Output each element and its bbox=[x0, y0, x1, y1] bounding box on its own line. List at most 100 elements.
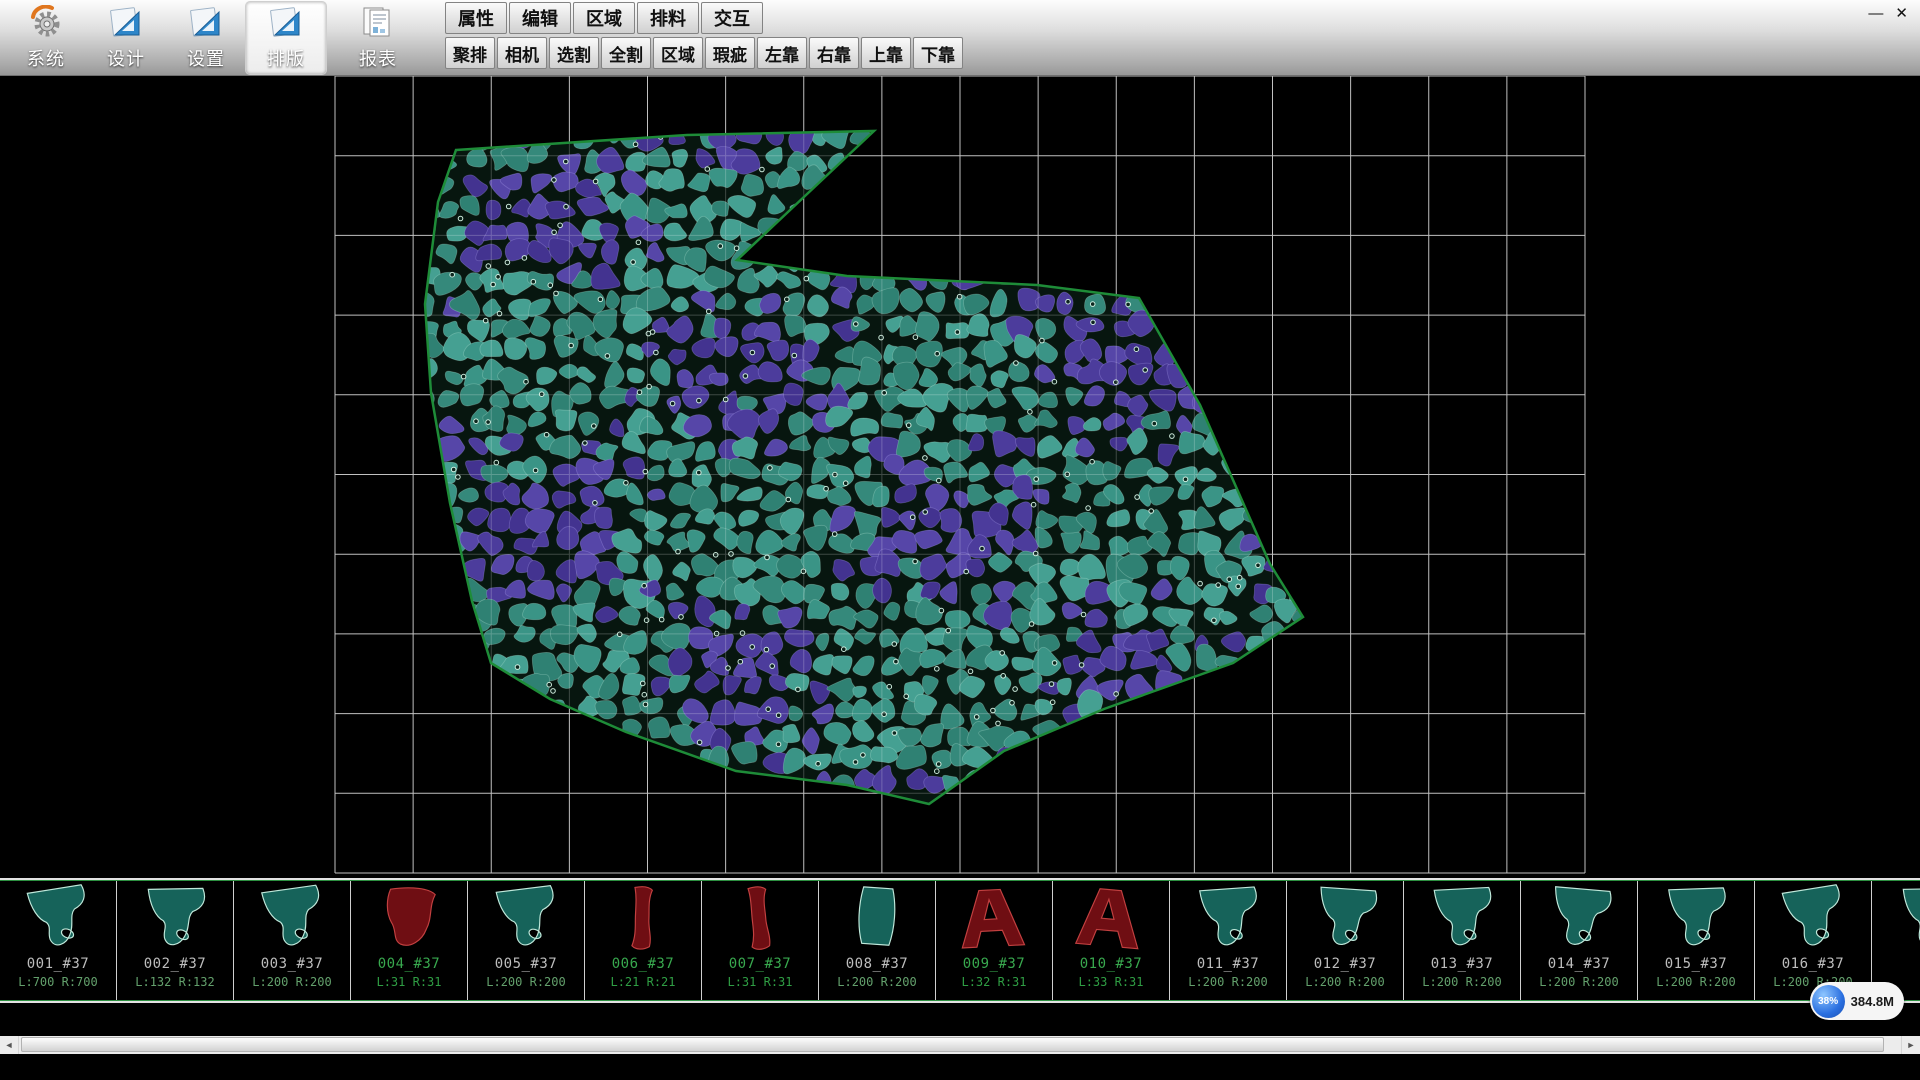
piece-thumbnail-7[interactable]: 007_#37 L:31 R:31 bbox=[702, 880, 819, 1001]
memory-status: 38% 384.8M bbox=[1810, 982, 1904, 1020]
piece-lr-label: L:700 R:700 bbox=[18, 975, 97, 989]
toolbar-mode-button-1[interactable]: 系统 bbox=[6, 2, 86, 74]
piece-shape bbox=[1178, 884, 1278, 956]
piece-id-label: 012_#37 bbox=[1314, 956, 1377, 972]
piece-shape bbox=[8, 884, 108, 956]
toolbar-mode-label: 报表 bbox=[359, 45, 397, 71]
piece-id-label: 013_#37 bbox=[1431, 956, 1494, 972]
menu-action-2[interactable]: 相机 bbox=[497, 37, 547, 69]
piece-thumbnail-10[interactable]: 010_#37L:33 R:31 bbox=[1053, 880, 1170, 1001]
menu-action-1[interactable]: 聚排 bbox=[445, 37, 495, 69]
toolbar-mode-label: 系统 bbox=[27, 45, 65, 71]
close-button[interactable]: ✕ bbox=[1895, 6, 1908, 21]
toolbar-mode-button-4[interactable]: 排版 bbox=[246, 2, 326, 74]
piece-lr-label: L:21 R:21 bbox=[610, 975, 675, 989]
menu-action-5[interactable]: 区域 bbox=[653, 37, 703, 69]
piece-id-label: 016_#37 bbox=[1782, 956, 1845, 972]
scroll-left-arrow[interactable]: ◄ bbox=[0, 1036, 18, 1054]
menu-actions-row: 聚排相机选割全割区域瑕疵左靠右靠上靠下靠 bbox=[444, 36, 964, 71]
piece-lr-label: L:132 R:132 bbox=[135, 975, 214, 989]
piece-thumbnail-13[interactable]: 013_#37 L:200 R:200 bbox=[1404, 880, 1521, 1001]
piece-shape bbox=[1529, 884, 1629, 956]
scrollbar-track[interactable] bbox=[18, 1036, 1902, 1054]
piece-id-label: 015_#37 bbox=[1665, 956, 1728, 972]
nesting-canvas[interactable] bbox=[0, 76, 1920, 878]
piece-id-label: 008_#37 bbox=[846, 956, 909, 972]
piece-lr-label: L:200 R:200 bbox=[486, 975, 565, 989]
toolbar-mode-button-3[interactable]: 设置 bbox=[166, 2, 246, 74]
piece-lr-label: L:200 R:200 bbox=[1656, 975, 1735, 989]
piece-lr-label: L:31 R:31 bbox=[727, 975, 792, 989]
horizontal-scrollbar[interactable]: ◄ ► bbox=[0, 1036, 1920, 1054]
setsquare-icon bbox=[108, 5, 144, 44]
menu-action-7[interactable]: 左靠 bbox=[757, 37, 807, 69]
minimize-button[interactable]: — bbox=[1868, 6, 1883, 21]
piece-id-label: 001_#37 bbox=[27, 956, 90, 972]
piece-id-label: 003_#37 bbox=[261, 956, 324, 972]
menu-tab-3[interactable]: 区域 bbox=[573, 2, 635, 34]
piece-thumbnail-4[interactable]: 004_#37 L:31 R:31 bbox=[351, 880, 468, 1001]
piece-id-label: 007_#37 bbox=[729, 956, 792, 972]
piece-thumbnail-3[interactable]: 003_#37 L:200 R:200 bbox=[234, 880, 351, 1001]
piece-lr-label: L:31 R:31 bbox=[376, 975, 441, 989]
piece-id-label: 004_#37 bbox=[378, 956, 441, 972]
piece-lr-label: L:200 R:200 bbox=[1188, 975, 1267, 989]
piece-thumbnail-2[interactable]: 002_#37 L:132 R:132 bbox=[117, 880, 234, 1001]
menu-area: 属性编辑区域排料交互 聚排相机选割全割区域瑕疵左靠右靠上靠下靠 bbox=[444, 0, 964, 71]
piece-thumbnail-1[interactable]: 001_#37 L:700 R:700 bbox=[0, 880, 117, 1001]
piece-shape bbox=[1412, 884, 1512, 956]
menu-action-6[interactable]: 瑕疵 bbox=[705, 37, 755, 69]
menu-tab-5[interactable]: 交互 bbox=[701, 2, 763, 34]
setsquare-icon bbox=[268, 5, 304, 44]
piece-shape bbox=[944, 884, 1044, 956]
piece-thumbnail-5[interactable]: 005_#37 L:200 R:200 bbox=[468, 880, 585, 1001]
toolbar-mode-button-2[interactable]: 设计 bbox=[86, 2, 166, 74]
main-toolbar: 系统设计设置排版报表 属性编辑区域排料交互 聚排相机选割全割区域瑕疵左靠右靠上靠… bbox=[0, 0, 1920, 76]
piece-shape bbox=[593, 884, 693, 956]
menu-action-4[interactable]: 全割 bbox=[601, 37, 651, 69]
piece-thumbnail-11[interactable]: 011_#37 L:200 R:200 bbox=[1170, 880, 1287, 1001]
piece-id-label: 005_#37 bbox=[495, 956, 558, 972]
piece-lr-label: L:200 R:200 bbox=[1539, 975, 1618, 989]
scrollbar-thumb[interactable] bbox=[21, 1037, 1884, 1052]
menu-action-8[interactable]: 右靠 bbox=[809, 37, 859, 69]
piece-shape bbox=[1295, 884, 1395, 956]
piece-thumbnail-9[interactable]: 009_#37L:32 R:31 bbox=[936, 880, 1053, 1001]
piece-thumbnail-15[interactable]: 015_#37 L:200 R:200 bbox=[1638, 880, 1755, 1001]
piece-thumbnail-6[interactable]: 006_#37 L:21 R:21 bbox=[585, 880, 702, 1001]
piece-shape bbox=[125, 884, 225, 956]
pieces-strip: 001_#37 L:700 R:700 002_#37 L:132 R:132 003_… bbox=[0, 878, 1920, 1003]
menu-tab-1[interactable]: 属性 bbox=[445, 2, 507, 34]
scroll-right-arrow[interactable]: ► bbox=[1902, 1036, 1920, 1054]
memory-value: 384.8M bbox=[1851, 994, 1894, 1009]
piece-id-label: 011_#37 bbox=[1197, 956, 1260, 972]
menu-action-10[interactable]: 下靠 bbox=[913, 37, 963, 69]
menu-tab-2[interactable]: 编辑 bbox=[509, 2, 571, 34]
window-controls: — ✕ bbox=[1868, 6, 1908, 21]
piece-thumbnail-14[interactable]: 014_#37 L:200 R:200 bbox=[1521, 880, 1638, 1001]
piece-shape bbox=[1763, 884, 1863, 956]
piece-shape bbox=[710, 884, 810, 956]
piece-shape bbox=[1646, 884, 1746, 956]
piece-shape bbox=[1061, 884, 1161, 956]
piece-shape bbox=[242, 884, 342, 956]
piece-thumbnail-8[interactable]: 008_#37 L:200 R:200 bbox=[819, 880, 936, 1001]
toolbar-mode-button-5[interactable]: 报表 bbox=[338, 2, 418, 74]
menu-action-3[interactable]: 选割 bbox=[549, 37, 599, 69]
menu-tab-4[interactable]: 排料 bbox=[637, 2, 699, 34]
menu-action-9[interactable]: 上靠 bbox=[861, 37, 911, 69]
piece-lr-label: L:200 R:200 bbox=[837, 975, 916, 989]
piece-id-label: 014_#37 bbox=[1548, 956, 1611, 972]
main-mode-buttons: 系统设计设置排版报表 bbox=[0, 0, 418, 74]
progress-badge: 38% bbox=[1812, 985, 1845, 1018]
gear-icon bbox=[28, 5, 64, 44]
piece-lr-label: L:33 R:31 bbox=[1078, 975, 1143, 989]
piece-shape bbox=[476, 884, 576, 956]
piece-id-label: 006_#37 bbox=[612, 956, 675, 972]
piece-lr-label: L:200 R:200 bbox=[252, 975, 331, 989]
menu-tabs-row: 属性编辑区域排料交互 bbox=[444, 1, 964, 36]
piece-lr-label: L:200 R:200 bbox=[1422, 975, 1501, 989]
piece-thumbnail-12[interactable]: 012_#37L:200 R:200 bbox=[1287, 880, 1404, 1001]
piece-id-label: 002_#37 bbox=[144, 956, 207, 972]
report-icon bbox=[360, 5, 396, 44]
